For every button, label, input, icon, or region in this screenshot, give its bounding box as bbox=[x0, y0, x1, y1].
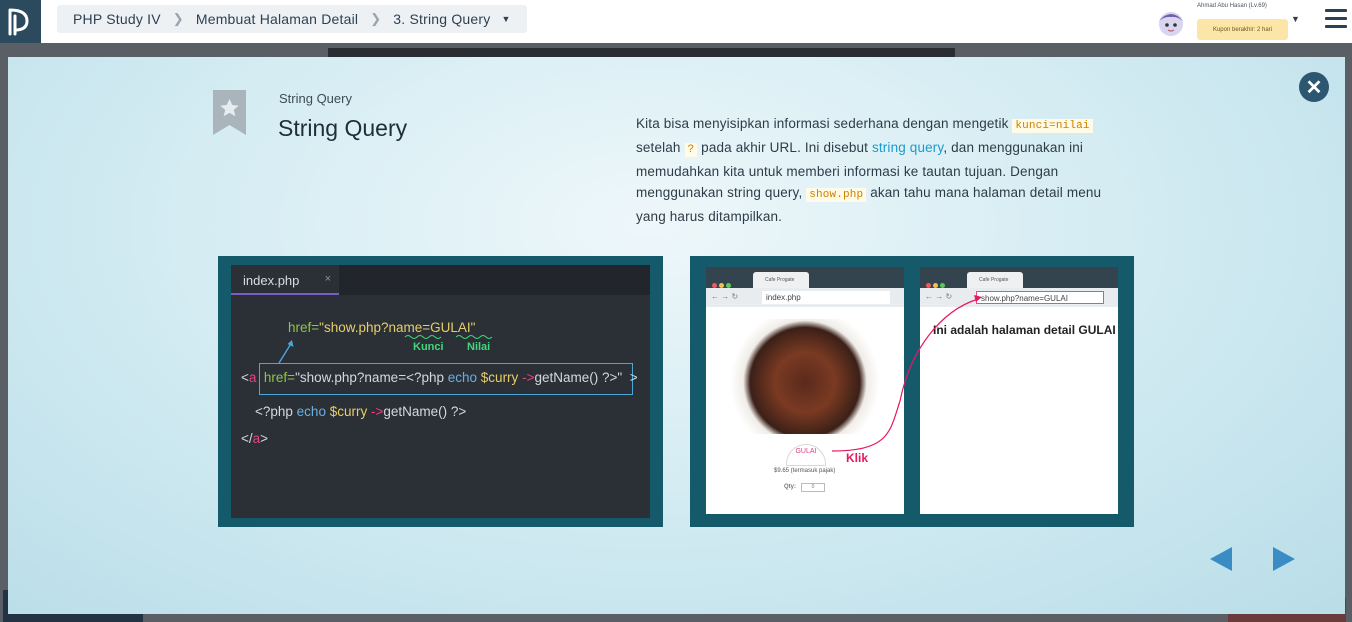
slide-title: String Query bbox=[278, 115, 408, 141]
klik-label: Klik bbox=[846, 451, 869, 465]
string-query-link[interactable]: string query bbox=[872, 140, 943, 155]
menu-icon bbox=[1325, 9, 1347, 12]
caret-down-icon[interactable]: ▼ bbox=[501, 14, 510, 24]
tab-close-icon[interactable]: × bbox=[325, 273, 331, 285]
breadcrumb-chapter[interactable]: Membuat Halaman Detail bbox=[196, 11, 358, 27]
caret-down-icon[interactable]: ▼ bbox=[1291, 14, 1300, 24]
bookmark-icon[interactable] bbox=[213, 90, 246, 135]
editor-tab-bar: index.php × bbox=[231, 265, 650, 295]
slide-description: Kita bisa menyisipkan informasi sederhan… bbox=[636, 116, 1102, 224]
progate-logo[interactable] bbox=[0, 0, 41, 43]
browser-nav-icons: ← → ↻ bbox=[711, 292, 739, 301]
code-line-2: <?php echo $curry ->getName() ?> bbox=[255, 404, 467, 419]
user-name: Ahmad Abu Hasan (Lv.69) bbox=[1197, 3, 1267, 9]
logo-icon bbox=[8, 8, 29, 36]
squiggle-underline bbox=[404, 335, 493, 339]
inline-code: show.php bbox=[806, 188, 867, 202]
breadcrumb-course[interactable]: PHP Study IV bbox=[73, 11, 161, 27]
price: $9.65 (termasuk pajak) bbox=[774, 468, 836, 474]
chevron-right-icon: ❯ bbox=[370, 11, 382, 26]
inline-code: ? bbox=[684, 143, 698, 157]
menu-button[interactable] bbox=[1325, 9, 1347, 29]
inline-code: kunci=nilai bbox=[1012, 119, 1093, 133]
code-editor: index.php × href="show.php?name=GULAI" K… bbox=[231, 265, 650, 518]
qty-field: Qty: 0 bbox=[784, 483, 825, 492]
breadcrumb: PHP Study IV ❯ Membuat Halaman Detail ❯ … bbox=[57, 5, 527, 33]
close-button[interactable]: ✕ bbox=[1299, 72, 1329, 102]
code-line-1: <a href="show.php?name=<?php echo $curry… bbox=[241, 370, 638, 385]
browser-tab: Cafe Progate bbox=[753, 272, 809, 288]
label-nilai: Nilai bbox=[467, 341, 491, 353]
slide-subtitle: String Query bbox=[279, 91, 352, 106]
browser-example-panel: Cafe Progate ← → ↻ index.php GULAI $9.65… bbox=[690, 256, 1134, 527]
breadcrumb-lesson[interactable]: 3. String Query bbox=[393, 11, 490, 27]
label-kunci: Kunci bbox=[413, 341, 444, 353]
click-arrow bbox=[831, 295, 982, 452]
slide-modal: ✕ String Query String Query Kita bisa me… bbox=[8, 57, 1345, 614]
prev-arrow-icon[interactable] bbox=[1210, 547, 1232, 571]
code-example-panel: index.php × href="show.php?name=GULAI" K… bbox=[218, 256, 663, 527]
avatar[interactable] bbox=[1155, 7, 1187, 39]
close-icon: ✕ bbox=[1305, 76, 1323, 99]
next-arrow-icon[interactable] bbox=[1273, 547, 1295, 571]
code-line-3: </a> bbox=[241, 431, 269, 446]
browser-tab: Cafe Progate bbox=[967, 272, 1023, 288]
editor-tab[interactable]: index.php × bbox=[231, 265, 339, 295]
coupon-badge: Kupon berakhir: 2 hari bbox=[1197, 19, 1288, 40]
top-bar: PHP Study IV ❯ Membuat Halaman Detail ❯ … bbox=[0, 0, 1352, 43]
chevron-right-icon: ❯ bbox=[172, 11, 184, 26]
